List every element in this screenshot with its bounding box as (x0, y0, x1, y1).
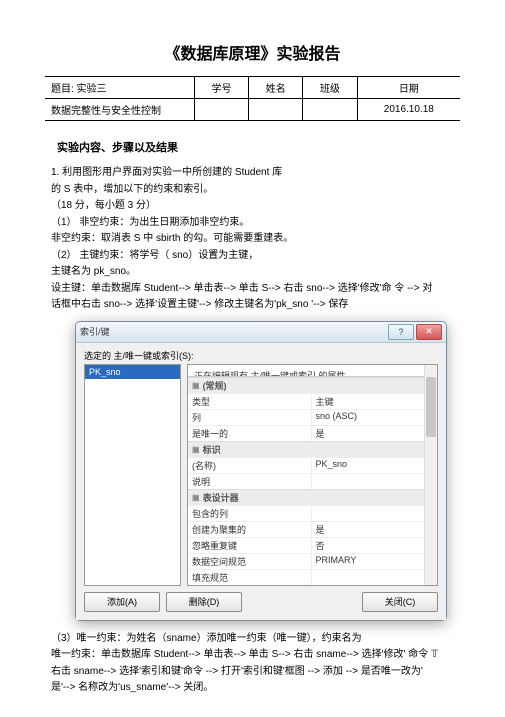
table-row: 是唯一的是 (188, 425, 437, 441)
table-row: 包含的列 (188, 505, 437, 521)
h-name-val (249, 99, 303, 121)
header-table: 题目: 实验三 学号 姓名 班级 日期 数据完整性与安全性控制 2016.10.… (45, 76, 460, 121)
scroll-thumb[interactable] (426, 377, 436, 437)
table-row: 说明 (188, 473, 437, 489)
h-class: 班级 (303, 77, 357, 99)
select-label: 选定的 主/唯一键或索引(S): (84, 349, 438, 362)
table-row: (名称)PK_sno (188, 457, 437, 473)
h-date: 日期 (357, 77, 460, 99)
table-row: 列sno (ASC) (188, 409, 437, 425)
property-grid[interactable]: 正在编辑现有 主/唯一键或索引 的属性。 (常规) 类型主键 列sno (ASC… (187, 364, 438, 586)
section-header: 实验内容、步骤以及结果 (57, 139, 460, 155)
table-row: 类型主键 (188, 393, 437, 409)
table-row: 忽略重复键否 (188, 537, 437, 553)
close-button[interactable]: 关闭(C) (362, 592, 438, 612)
h-sid: 学号 (194, 77, 248, 99)
h-name: 姓名 (249, 77, 303, 99)
h-class-val (303, 99, 357, 121)
cat-general[interactable]: (常规) (188, 377, 437, 393)
dialog-titlebar[interactable]: 索引/键 ? ✕ (76, 322, 446, 343)
help-button[interactable]: ? (388, 324, 414, 340)
h-sid-val (194, 99, 248, 121)
h-subtitle: 数据完整性与安全性控制 (45, 99, 194, 121)
body-text-1: 1. 利用图形用户界面对实验一中所创建的 Student 库 的 S 表中，增加… (51, 165, 454, 313)
dialog-title: 索引/键 (80, 325, 386, 338)
index-keys-dialog: 索引/键 ? ✕ 选定的 主/唯一键或索引(S): PK_sno 正在编辑现有 … (75, 321, 447, 621)
delete-button[interactable]: 删除(D) (166, 592, 242, 612)
h-date-val: 2016.10.18 (357, 99, 460, 121)
scrollbar[interactable] (424, 365, 437, 585)
index-list[interactable]: PK_sno (84, 364, 181, 586)
table-row: 创建为聚集的是 (188, 521, 437, 537)
table-row: 填充规范 (188, 569, 437, 585)
close-icon[interactable]: ✕ (416, 324, 442, 340)
cat-identity[interactable]: 标识 (188, 441, 437, 457)
list-item[interactable]: PK_sno (85, 365, 180, 379)
body-text-2: （3）唯一约束：为姓名（sname）添加唯一约束（唯一键），约束名为 唯一约束：… (51, 631, 454, 696)
cat-designer[interactable]: 表设计器 (188, 489, 437, 505)
table-row: 数据空间规范PRIMARY (188, 553, 437, 569)
add-button[interactable]: 添加(A) (84, 592, 160, 612)
h-topic: 题目: 实验三 (45, 77, 194, 99)
doc-title: 《数据库原理》实验报告 (45, 40, 460, 64)
